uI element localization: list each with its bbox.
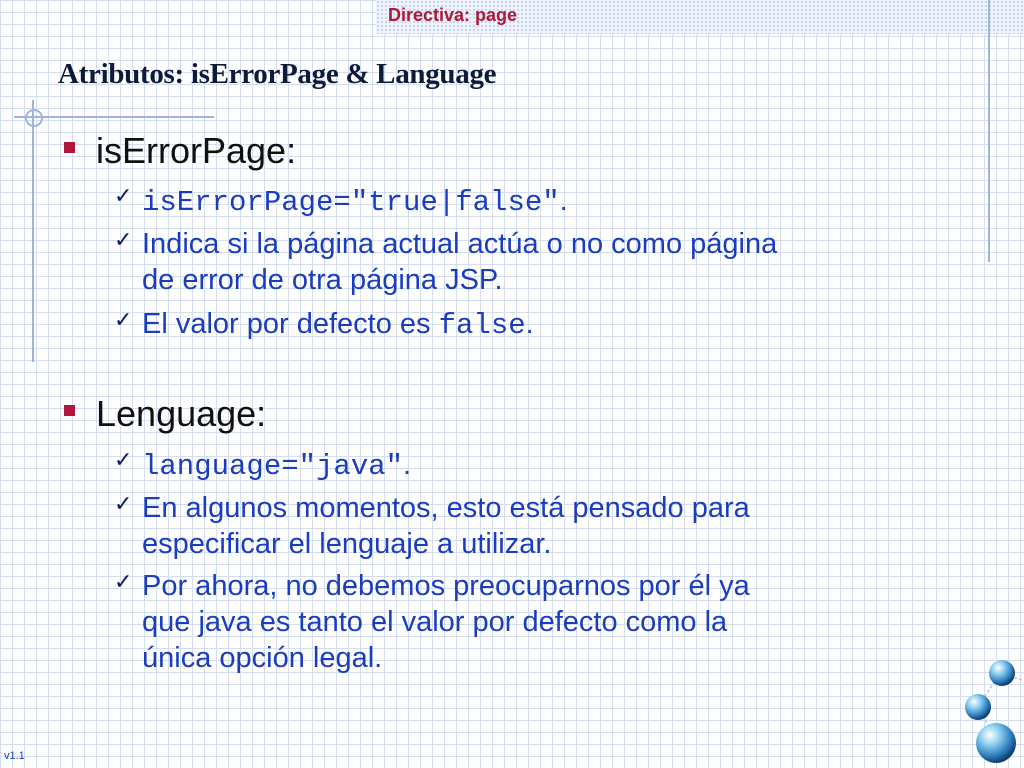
section-title: Directiva: page [388, 5, 518, 25]
checkmark-icon: ✓ [114, 570, 133, 595]
subitem-line: Por ahora, no debemos preocuparnos por é… [142, 570, 750, 602]
checkmark-icon: ✓ [114, 228, 133, 253]
code-text: isErrorPage="true|false" [142, 186, 560, 219]
version-label: v1.1 [4, 750, 25, 762]
slide-title: Atributos: isErrorPage & Language [58, 58, 497, 90]
subitem-line: Indica si la página actual actúa o no co… [142, 228, 778, 260]
checkmark-icon: ✓ [114, 492, 133, 517]
subitem-text: En algunos momentos, esto está pensado p… [142, 490, 962, 562]
subitem-text: Indica si la página actual actúa o no co… [142, 226, 962, 298]
square-bullet-icon [64, 142, 75, 153]
slide: Directiva: page Atributos: isErrorPage &… [0, 0, 1024, 768]
bullet-label: Lenguage: [96, 393, 267, 434]
suffix-text: . [525, 308, 534, 340]
decorative-vertical-line [32, 100, 34, 362]
subitem-line: especificar el lenguaje a utilizar. [142, 528, 552, 560]
subitem-code-line: language="java". [142, 447, 962, 485]
suffix-text: . [559, 185, 568, 217]
bullet-label: isErrorPage: [96, 130, 297, 171]
subitem-line: El valor por defecto es [142, 308, 439, 340]
subitem-line: única opción legal. [142, 642, 383, 674]
checkmark-icon: ✓ [114, 184, 133, 209]
subitem-code-line: isErrorPage="true|false". [142, 183, 962, 221]
suffix-text: . [403, 449, 412, 481]
blue-orbs-icon [965, 660, 1023, 763]
code-text: language="java" [142, 450, 404, 483]
subitem-line: de error de otra página JSP. [142, 264, 503, 296]
decorative-circle-icon [25, 109, 43, 127]
checkmark-icon: ✓ [114, 448, 133, 473]
decorative-horizontal-line [14, 116, 214, 118]
subitem-line: que java es tanto el valor por defecto c… [142, 606, 728, 638]
square-bullet-icon [64, 405, 75, 416]
checkmark-icon: ✓ [114, 308, 133, 333]
decorative-right-line [988, 0, 990, 262]
subitem-line: En algunos momentos, esto está pensado p… [142, 492, 750, 524]
subitem-text: El valor por defecto es false. [142, 306, 962, 344]
code-text: false [438, 309, 526, 342]
subitem-text: Por ahora, no debemos preocuparnos por é… [142, 568, 962, 676]
